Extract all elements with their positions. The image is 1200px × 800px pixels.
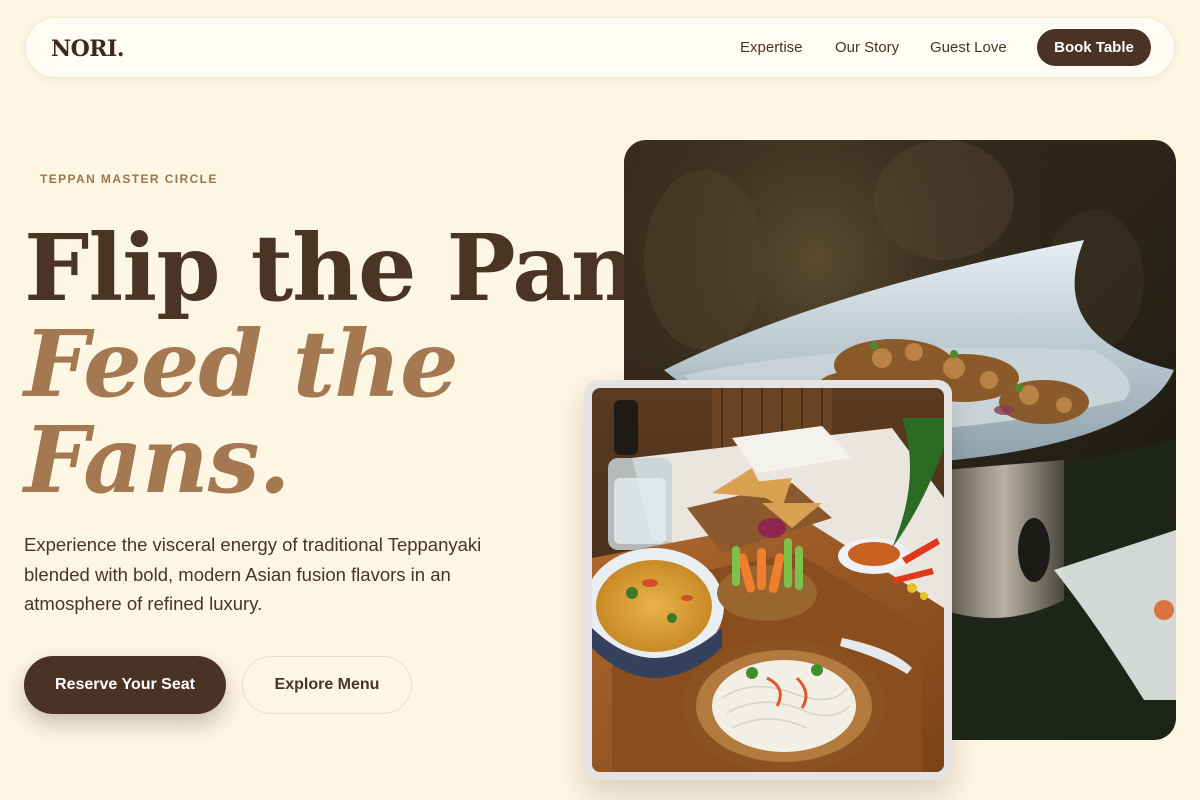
nav-link-guest-love[interactable]: Guest Love bbox=[930, 39, 1007, 56]
page: NORI. Expertise Our Story Guest Love Boo… bbox=[0, 0, 1200, 800]
brand-logo[interactable]: NORI. bbox=[51, 36, 125, 62]
headline-line-3: Fans. bbox=[24, 406, 291, 514]
reserve-seat-button[interactable]: Reserve Your Seat bbox=[24, 656, 226, 714]
hero-eyebrow: TEPPAN MASTER CIRCLE bbox=[40, 172, 218, 186]
nav-link-expertise[interactable]: Expertise bbox=[740, 39, 803, 56]
headline-line-2: Feed the bbox=[24, 310, 459, 418]
book-table-button[interactable]: Book Table bbox=[1037, 29, 1151, 66]
navbar: NORI. Expertise Our Story Guest Love Boo… bbox=[25, 17, 1175, 78]
headline-line-1: Flip the Pan, bbox=[24, 214, 669, 322]
explore-menu-button[interactable]: Explore Menu bbox=[242, 656, 412, 714]
hero-secondary-image-frame bbox=[584, 380, 952, 780]
hero-secondary-image bbox=[592, 388, 944, 772]
asian-food-platter-photo bbox=[592, 388, 944, 772]
nav-link-our-story[interactable]: Our Story bbox=[835, 39, 899, 56]
hero-description: Experience the visceral energy of tradit… bbox=[24, 534, 482, 614]
